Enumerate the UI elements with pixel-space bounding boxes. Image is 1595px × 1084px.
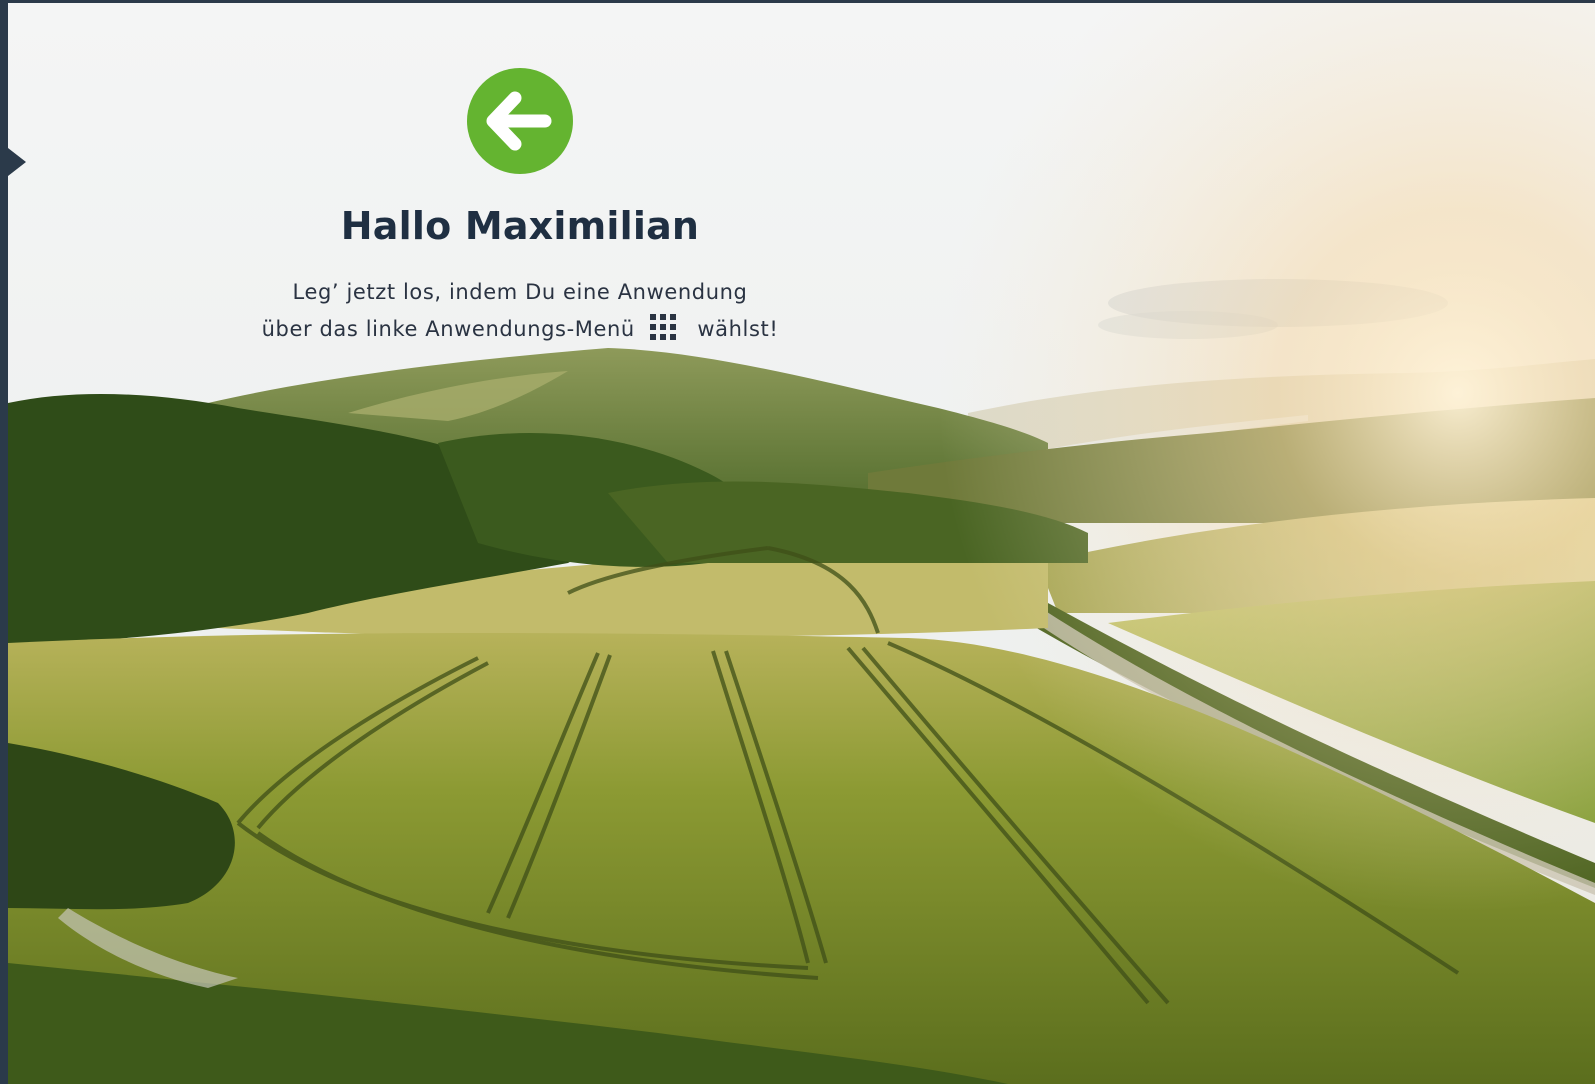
arrow-left-icon [486,91,552,151]
instruction-line-2-start: über das linke Anwendungs-Menü [261,317,635,341]
welcome-panel: Hallo Maximilian Leg’ jetzt los, indem D… [220,68,820,348]
grid-apps-icon [650,314,677,340]
chevron-right-icon [0,140,26,184]
instruction-line-2-end: wählst! [697,317,779,341]
instruction-text: Leg’ jetzt los, indem Du eine Anwendung … [220,274,820,348]
instruction-line-1: Leg’ jetzt los, indem Du eine Anwendung [292,280,748,304]
top-border [0,0,1595,3]
instruction-line-2: über das linke Anwendungs-Menü wählst! [220,311,820,348]
back-button[interactable] [467,68,573,174]
start-screen: Hallo Maximilian Leg’ jetzt los, indem D… [0,0,1595,1084]
greeting-title: Hallo Maximilian [340,204,700,248]
app-menu-toggle[interactable] [0,140,28,184]
